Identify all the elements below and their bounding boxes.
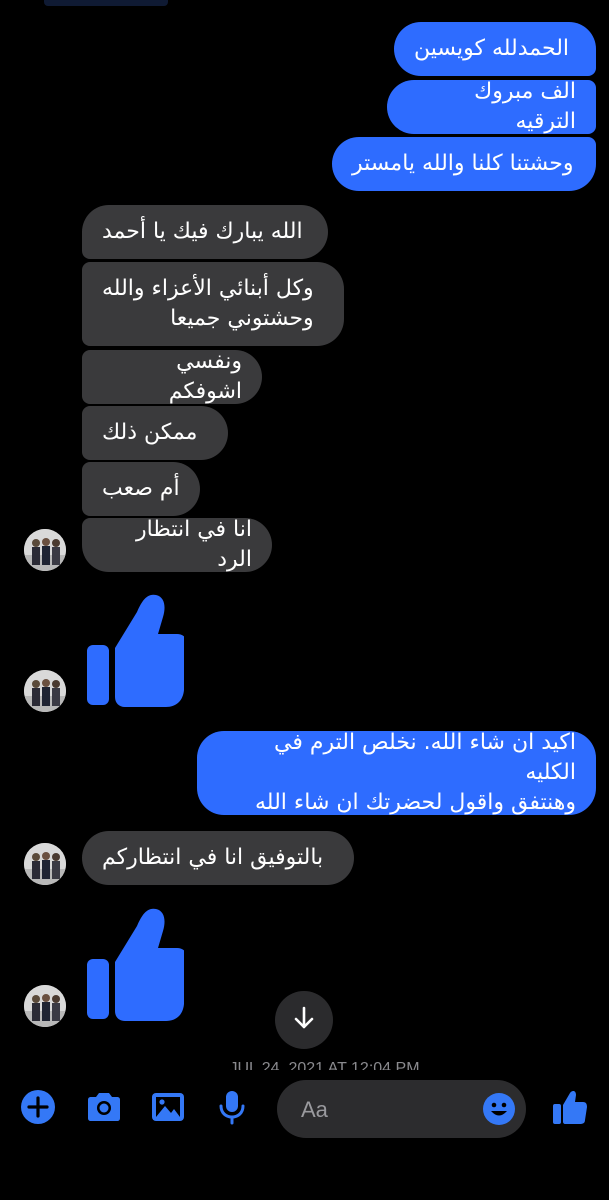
- scroll-to-bottom-button[interactable]: [275, 991, 333, 1049]
- received-message[interactable]: ونفسي اشوفكم: [82, 349, 262, 404]
- microphone-icon[interactable]: [212, 1087, 252, 1127]
- thumbs-up-icon[interactable]: [550, 1087, 590, 1127]
- sent-message[interactable]: اكيد ان شاء الله. نخلص الترم في الكليه و…: [197, 730, 596, 815]
- like-sticker[interactable]: [84, 904, 184, 1024]
- message-input[interactable]: [299, 1080, 483, 1140]
- contact-avatar[interactable]: [24, 985, 66, 1027]
- camera-icon[interactable]: [84, 1087, 124, 1127]
- like-sticker[interactable]: [84, 590, 184, 710]
- status-bar-fragment: [44, 0, 168, 6]
- received-message[interactable]: الله يبارك فيك يا أحمد: [82, 205, 328, 259]
- gallery-icon[interactable]: [148, 1087, 188, 1127]
- emoji-icon[interactable]: [482, 1092, 516, 1126]
- contact-avatar[interactable]: [24, 843, 66, 885]
- message-input-container[interactable]: [277, 1080, 526, 1140]
- plus-icon[interactable]: [18, 1087, 58, 1127]
- contact-avatar[interactable]: [24, 529, 66, 571]
- contact-avatar[interactable]: [24, 670, 66, 712]
- sent-message[interactable]: وحشتنا كلنا والله يامستر: [332, 137, 596, 191]
- arrow-down-icon: [291, 1005, 317, 1035]
- received-message[interactable]: وكل أبنائي الأعزاء والله وحشتوني جميعا: [82, 262, 344, 346]
- received-message[interactable]: انا في انتظار الرد: [82, 517, 272, 572]
- sent-message[interactable]: الف مبروك الترقيه: [387, 79, 596, 134]
- received-message[interactable]: أم صعب: [82, 462, 200, 516]
- message-timestamp: JUL 24, 2021 AT 12:04 PM: [229, 1060, 420, 1070]
- sent-message[interactable]: الحمدلله كويسين: [394, 22, 596, 76]
- received-message[interactable]: ممكن ذلك: [82, 406, 228, 460]
- received-message[interactable]: بالتوفيق انا في انتظاركم: [82, 831, 354, 885]
